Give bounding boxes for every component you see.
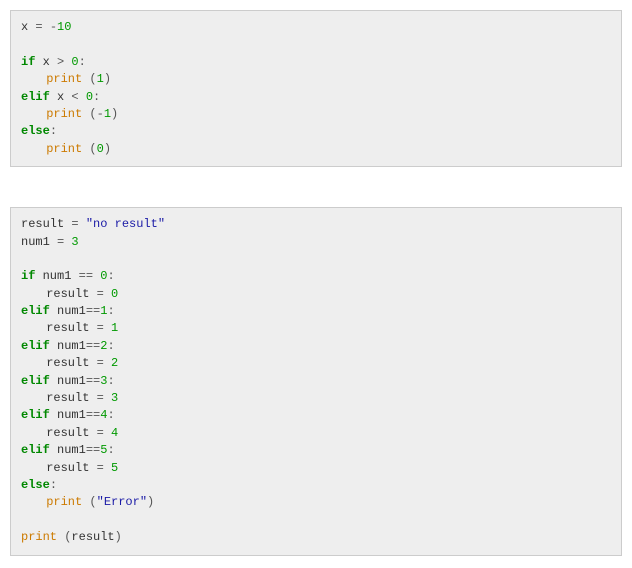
code-line: print (-1) <box>21 106 611 123</box>
code-line: print (result) <box>21 529 611 546</box>
code-line: print (0) <box>21 141 611 158</box>
code-line: result = 5 <box>21 460 611 477</box>
code-line: print (1) <box>21 71 611 88</box>
code-line: print ("Error") <box>21 494 611 511</box>
code-block-1: x = -10 if x > 0:print (1)elif x < 0:pri… <box>10 10 622 167</box>
code-line: elif num1==5: <box>21 442 611 459</box>
code-line: elif x < 0: <box>21 89 611 106</box>
code-line: elif num1==4: <box>21 407 611 424</box>
code-line: elif num1==3: <box>21 373 611 390</box>
code-line: elif num1==1: <box>21 303 611 320</box>
code-line: result = "no result" <box>21 216 611 233</box>
code-line <box>21 251 611 268</box>
code-line: result = 4 <box>21 425 611 442</box>
code-block-2: result = "no result"num1 = 3 if num1 == … <box>10 207 622 555</box>
code-line: result = 3 <box>21 390 611 407</box>
code-line: if x > 0: <box>21 54 611 71</box>
code-document: x = -10 if x > 0:print (1)elif x < 0:pri… <box>10 10 622 556</box>
code-line: elif num1==2: <box>21 338 611 355</box>
code-line: num1 = 3 <box>21 234 611 251</box>
code-line: result = 1 <box>21 320 611 337</box>
code-line <box>21 512 611 529</box>
code-line: if num1 == 0: <box>21 268 611 285</box>
code-line <box>21 36 611 53</box>
code-line: result = 2 <box>21 355 611 372</box>
code-line: x = -10 <box>21 19 611 36</box>
code-line: result = 0 <box>21 286 611 303</box>
code-line: else: <box>21 123 611 140</box>
code-line: else: <box>21 477 611 494</box>
